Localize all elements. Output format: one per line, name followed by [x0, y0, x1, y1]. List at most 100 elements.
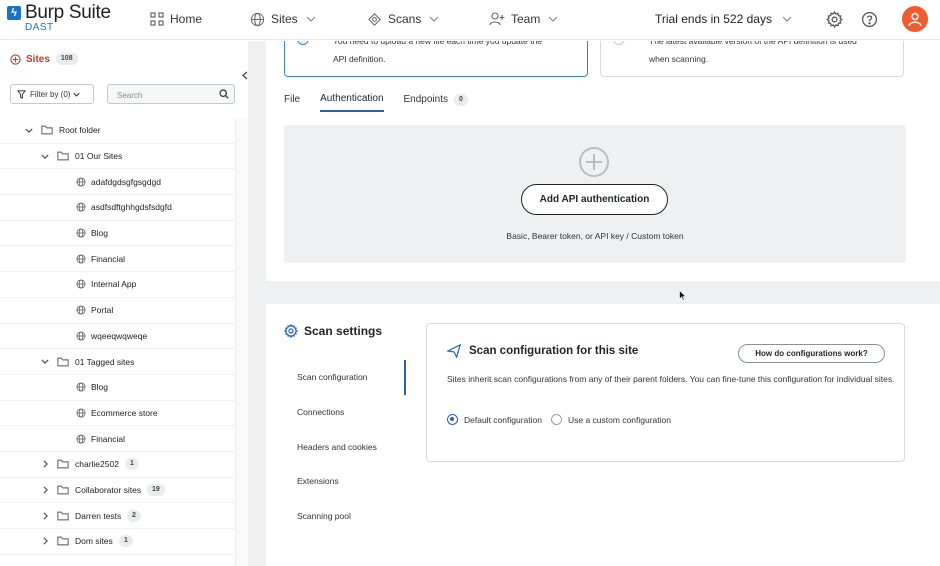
chevron-down-icon[interactable] — [24, 125, 34, 135]
site-tree: Root folder 01 Our Sites adafdgdsgfgsgdgd a… — [0, 118, 235, 555]
tree-site-item[interactable]: Blog — [0, 221, 235, 247]
top-navigation-bar: ϟ Burp Suite DAST Home Sites Scans Team … — [0, 0, 940, 40]
plus-circle-icon — [579, 147, 609, 177]
scan-configuration-heading: Scan configuration for this site — [447, 344, 638, 358]
tab-authentication-label: Authentication — [320, 93, 384, 104]
search-input[interactable] — [108, 86, 212, 105]
nav-connections[interactable]: Connections — [284, 395, 406, 430]
chevron-down-icon — [73, 92, 81, 97]
chevron-down-icon[interactable] — [40, 151, 50, 161]
nav-scans[interactable]: Scans — [367, 0, 439, 38]
nav-extensions[interactable]: Extensions — [284, 464, 406, 499]
chevron-right-icon[interactable] — [40, 511, 50, 521]
upload-file-description: You need to upload a new file each time … — [333, 41, 542, 68]
tab-authentication[interactable]: Authentication — [320, 92, 384, 112]
nav-scan-configuration[interactable]: Scan configuration — [284, 360, 406, 395]
settings-button[interactable] — [824, 9, 844, 29]
nav-home[interactable]: Home — [150, 0, 202, 38]
tree-site-item[interactable]: adafdgdsgfgsgdgd — [0, 169, 235, 196]
upload-file-text-line: API definition. — [333, 54, 386, 64]
add-api-authentication-button[interactable]: Add API authentication — [521, 184, 668, 215]
sites-sidebar: Sites 108 Filter by (0) Root folder 01 Ou… — [0, 41, 248, 566]
sites-target-icon — [10, 53, 21, 65]
folder-count-badge: 1 — [119, 535, 133, 548]
tab-endpoints-label: Endpoints — [403, 94, 448, 105]
how-configurations-work-button[interactable]: How do configurations work? — [738, 344, 885, 363]
globe-icon — [76, 254, 86, 264]
tree-item-label: Internal App — [91, 279, 137, 290]
grid-icon — [150, 12, 164, 26]
custom-configuration-radio[interactable] — [550, 414, 562, 425]
chevron-right-icon[interactable] — [40, 485, 50, 495]
nav-extensions-label: Extensions — [297, 476, 339, 487]
upload-file-text-line: You need to upload a new file each time … — [333, 41, 543, 46]
option-radio[interactable] — [297, 41, 309, 45]
user-avatar[interactable] — [902, 6, 928, 32]
scan-settings-nav: Scan configuration Connections Headers a… — [284, 360, 406, 533]
upload-file-option-card[interactable]: You need to upload a new file each time … — [284, 41, 588, 77]
tree-site-item[interactable]: wqeeqwqweqe — [0, 324, 235, 350]
nav-scanning-pool[interactable]: Scanning pool — [284, 499, 406, 534]
folder-count-badge: 19 — [147, 483, 165, 496]
tree-folder-item[interactable]: Root folder — [0, 118, 235, 144]
default-configuration-radio[interactable] — [447, 414, 458, 425]
tab-endpoints[interactable]: Endpoints 0 — [404, 92, 468, 112]
tree-folder-item[interactable]: charlie2502 1 — [0, 452, 235, 478]
nav-connections-label: Connections — [297, 407, 345, 418]
custom-configuration-label[interactable]: Use a custom configuration — [568, 415, 671, 425]
nav-team[interactable]: Team — [489, 0, 558, 38]
search-box — [107, 84, 235, 105]
sites-header[interactable]: Sites 108 — [10, 53, 78, 65]
nav-sites-label: Sites — [271, 12, 298, 26]
chevron-right-icon[interactable] — [40, 459, 50, 469]
option-radio[interactable] — [613, 41, 625, 45]
tree-item-label: Portal — [91, 305, 114, 316]
filter-button[interactable]: Filter by (0) — [10, 84, 94, 104]
tree-folder-item[interactable]: Collaborator sites 19 — [0, 478, 235, 504]
tree-site-item[interactable]: asdfsdftghhgdsfsdgfd — [0, 195, 235, 221]
nav-sites[interactable]: Sites — [250, 0, 316, 38]
authentication-types-hint: Basic, Bearer token, or API key / Custom… — [506, 231, 684, 241]
default-configuration-label[interactable]: Default configuration — [464, 415, 542, 425]
folder-icon — [57, 357, 69, 367]
nav-headers-and-cookies[interactable]: Headers and cookies — [284, 429, 406, 464]
globe-icon — [76, 434, 86, 444]
help-button[interactable] — [859, 9, 879, 29]
search-icon — [219, 89, 229, 99]
tree-site-item[interactable]: Financial — [0, 426, 235, 452]
globe-icon — [76, 279, 86, 289]
tree-site-item[interactable]: Ecommerce store — [0, 401, 235, 427]
tree-item-label: Blog — [91, 228, 109, 239]
filter-label: Filter by (0) — [30, 89, 71, 99]
tree-site-item[interactable]: Financial — [0, 246, 235, 273]
scan-configuration-description: Sites inherit scan configurations from a… — [447, 374, 895, 384]
folder-icon — [57, 536, 69, 546]
nav-scan-configuration-label: Scan configuration — [297, 372, 368, 383]
tree-folder-item[interactable]: 01 Tagged sites — [0, 349, 235, 375]
tree-item-label: adafdgdsgfgsgdgd — [91, 176, 161, 187]
tree-site-item[interactable]: Blog — [0, 375, 235, 401]
tree-site-item[interactable]: Portal — [0, 298, 235, 324]
tree-site-item[interactable]: Internal App — [0, 272, 235, 298]
help-circle-icon — [861, 11, 877, 27]
scan-configuration-card: Scan configuration for this site How do … — [426, 323, 905, 462]
authentication-empty-state: Add API authentication Basic, Bearer tok… — [284, 125, 906, 263]
tab-file[interactable]: File — [284, 92, 300, 112]
tree-item-label: Darren tests — [75, 510, 122, 521]
folder-count-badge: 2 — [127, 509, 141, 522]
tree-folder-item[interactable]: Darren tests 2 — [0, 503, 235, 529]
trial-dropdown[interactable]: Trial ends in 522 days — [655, 0, 792, 38]
folder-icon — [57, 459, 69, 469]
tree-folder-item[interactable]: Dom sites 1 — [0, 529, 235, 555]
tree-item-label: Financial — [91, 253, 126, 264]
tree-folder-item[interactable]: 01 Our Sites — [0, 144, 235, 170]
chevron-right-icon[interactable] — [40, 536, 50, 546]
scan-configuration-title: Scan configuration for this site — [469, 345, 639, 357]
sidebar-scrollbar[interactable] — [235, 118, 248, 566]
url-option-card[interactable]: The latest available version of the API … — [600, 41, 904, 77]
chevron-down-icon[interactable] — [40, 357, 50, 367]
globe-icon — [76, 408, 86, 418]
tree-item-label: wqeeqwqweqe — [91, 330, 148, 341]
tree-item-label: Root folder — [59, 125, 101, 136]
folder-icon — [41, 125, 53, 135]
